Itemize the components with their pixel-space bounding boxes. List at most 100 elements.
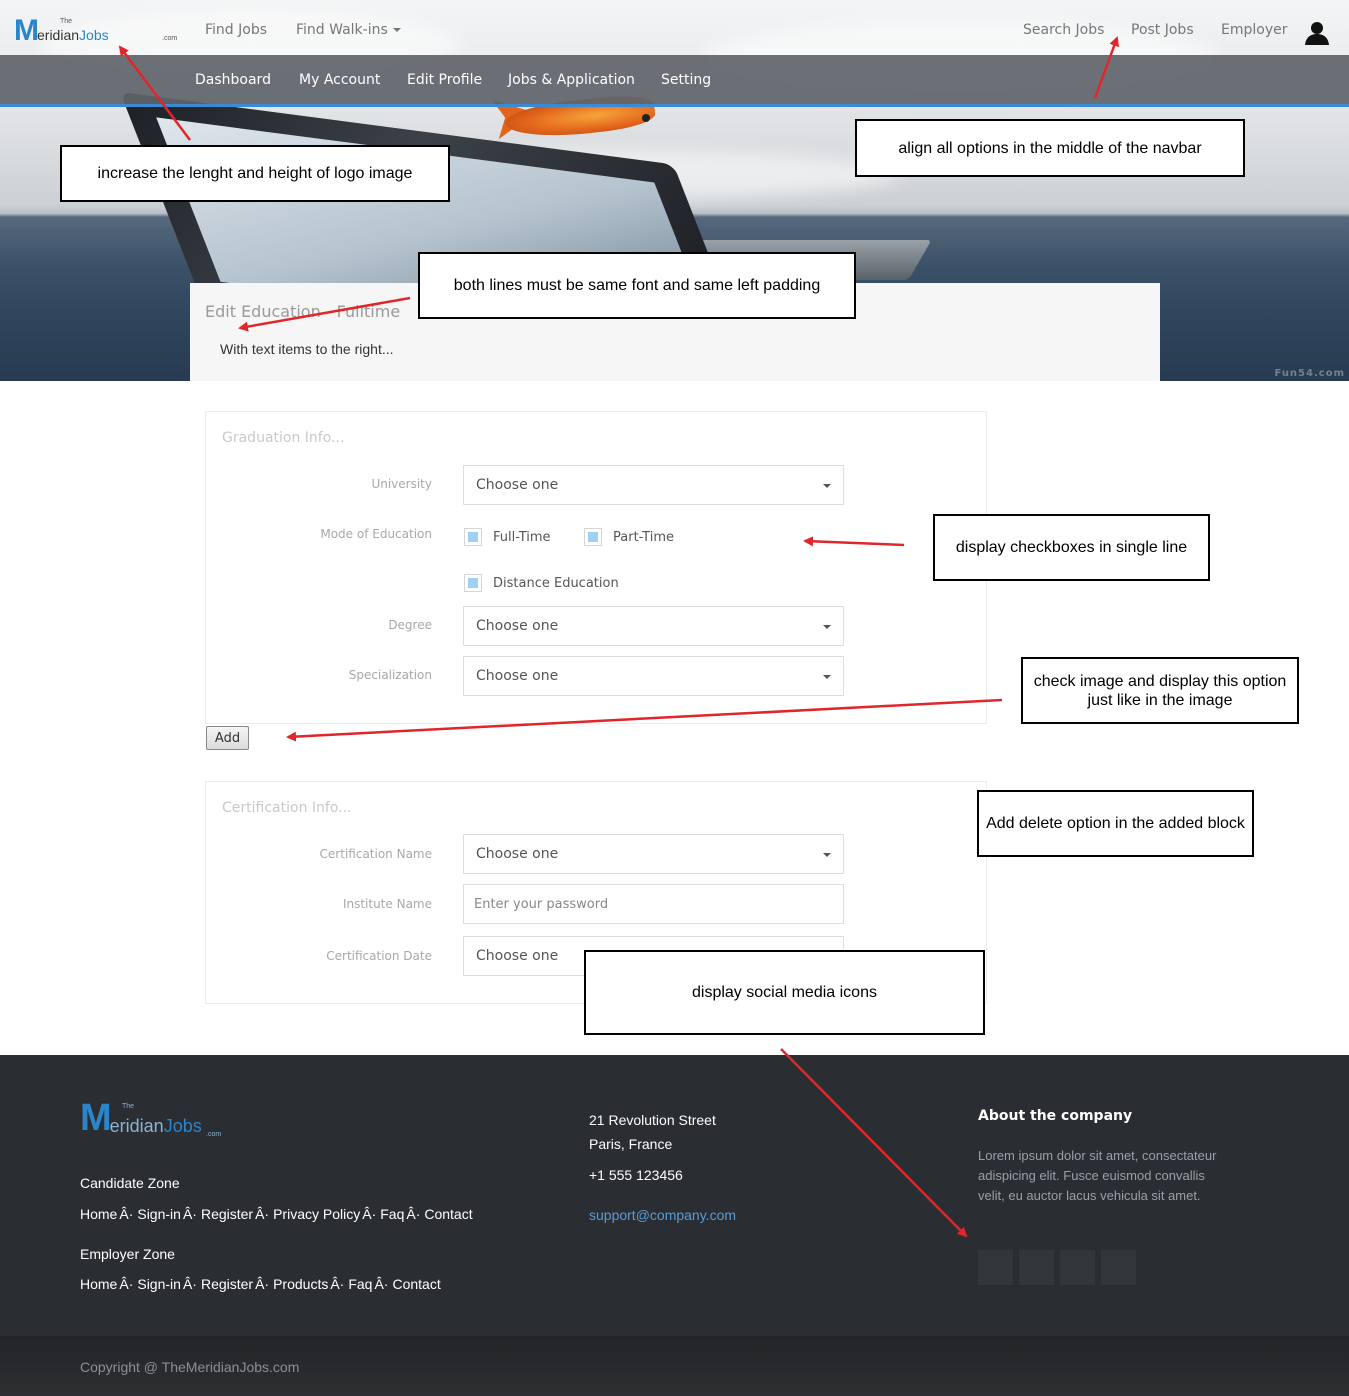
certification-legend: Certification Info... xyxy=(222,800,352,816)
logo-wordmark: eridianJobs xyxy=(109,1116,202,1136)
separator: Â· xyxy=(182,1206,197,1222)
checkbox-part-time[interactable]: Part-Time xyxy=(584,528,674,546)
certification-name-label: Certification Name xyxy=(319,847,432,861)
degree-value: Choose one xyxy=(476,618,559,634)
fish-eye xyxy=(642,114,650,122)
social-icon-placeholder[interactable] xyxy=(1019,1250,1054,1285)
page-title: Edit Education - Fulltime xyxy=(205,302,401,321)
about-text: Lorem ipsum dolor sit amet, consectateur… xyxy=(978,1148,1217,1203)
footer-link-register[interactable]: Register xyxy=(201,1206,253,1222)
phone-number: +1 555 123456 xyxy=(589,1167,683,1183)
support-email-link[interactable]: support@company.com xyxy=(589,1207,736,1223)
footer-link-contact[interactable]: Contact xyxy=(424,1206,472,1222)
separator: Â· xyxy=(255,1206,270,1222)
site-logo[interactable]: M The eridianJobs .com xyxy=(14,16,177,46)
logo-wordmark: eridianJobs xyxy=(37,28,109,42)
annotation-logo: increase the lenght and height of logo i… xyxy=(60,145,450,202)
nav-find-walkins[interactable]: Find Walk-ins xyxy=(296,22,401,38)
separator: Â· xyxy=(119,1276,134,1292)
social-icon-placeholder[interactable] xyxy=(1060,1250,1095,1285)
checkbox-box[interactable] xyxy=(464,574,482,592)
nav-search-jobs[interactable]: Search Jobs xyxy=(1023,22,1104,38)
university-label: University xyxy=(371,477,432,491)
degree-select[interactable]: Choose one xyxy=(463,606,844,646)
separator: Â· xyxy=(374,1276,389,1292)
checkbox-box[interactable] xyxy=(584,528,602,546)
social-icon-placeholder[interactable] xyxy=(1101,1250,1136,1285)
subnav-my-account[interactable]: My Account xyxy=(299,72,380,88)
employer-links: Home Â· Sign-in Â· Register Â· Products Â· Faq Â·… xyxy=(80,1276,441,1292)
nav-employer[interactable]: Employer xyxy=(1221,22,1287,38)
footer-link-home[interactable]: Home xyxy=(80,1276,117,1292)
footer-link-products[interactable]: Products xyxy=(273,1276,328,1292)
image-watermark: Fun54.com xyxy=(1274,368,1345,379)
certification-date-label: Certification Date xyxy=(326,949,432,963)
specialization-value: Choose one xyxy=(476,668,559,684)
graduation-info-panel: Graduation Info... University Choose one… xyxy=(205,411,987,724)
separator: Â· xyxy=(330,1276,345,1292)
certification-name-select[interactable]: Choose one xyxy=(463,834,844,874)
about-heading: About the company xyxy=(978,1108,1133,1124)
employer-zone-heading: Employer Zone xyxy=(80,1246,175,1262)
checkbox-full-time[interactable]: Full-Time xyxy=(464,528,551,546)
separator: Â· xyxy=(119,1206,134,1222)
footer-link-signin[interactable]: Sign-in xyxy=(137,1206,181,1222)
footer-link-faq[interactable]: Faq xyxy=(348,1276,372,1292)
specialization-label: Specialization xyxy=(348,668,432,682)
chevron-down-icon xyxy=(823,675,831,679)
footer-logo[interactable]: M The eridianJobs .com xyxy=(80,1097,221,1139)
social-icon-placeholder[interactable] xyxy=(978,1250,1013,1285)
site-footer: M The eridianJobs .com Candidate Zone Ho… xyxy=(0,1055,1349,1336)
add-button[interactable]: Add xyxy=(206,726,249,750)
certification-name-value: Choose one xyxy=(476,846,559,862)
logo-eridian: eridian xyxy=(109,1116,164,1136)
logo-m: M xyxy=(80,1097,112,1139)
annotation-add-button: check image and display this option just… xyxy=(1021,657,1299,724)
page-subtitle: With text items to the right... xyxy=(220,341,394,357)
logo-com: .com xyxy=(206,1131,222,1138)
subnav-dashboard[interactable]: Dashboard xyxy=(195,72,271,88)
university-select[interactable]: Choose one xyxy=(463,465,844,505)
logo-eridian: eridian xyxy=(37,27,80,43)
checkbox-box[interactable] xyxy=(464,528,482,546)
footer-link-signin[interactable]: Sign-in xyxy=(137,1276,181,1292)
candidate-links: Home Â· Sign-in Â· Register Â· Privacy Policy Â… xyxy=(80,1206,473,1222)
logo-the: The xyxy=(60,18,73,25)
chevron-down-icon xyxy=(392,28,401,32)
logo-com: .com xyxy=(162,35,178,42)
copyright-text: Copyright @ TheMeridianJobs.com xyxy=(80,1359,300,1375)
specialization-select[interactable]: Choose one xyxy=(463,656,844,696)
subnav-edit-profile[interactable]: Edit Profile xyxy=(407,72,482,88)
separator: Â· xyxy=(182,1276,197,1292)
institute-name-input[interactable] xyxy=(463,884,844,924)
footer-link-faq[interactable]: Faq xyxy=(380,1206,404,1222)
mode-of-education-label: Mode of Education xyxy=(320,527,432,541)
checkbox-distance-education[interactable]: Distance Education xyxy=(464,574,619,592)
copyright-bar: Copyright @ TheMeridianJobs.com xyxy=(0,1336,1349,1396)
logo-the: The xyxy=(122,1103,135,1110)
nav-find-jobs[interactable]: Find Jobs xyxy=(205,22,267,38)
nav-post-jobs[interactable]: Post Jobs xyxy=(1131,22,1194,38)
footer-link-register[interactable]: Register xyxy=(201,1276,253,1292)
annotation-navbar: align all options in the middle of the n… xyxy=(855,119,1245,177)
footer-link-privacy[interactable]: Privacy Policy xyxy=(273,1206,360,1222)
university-value: Choose one xyxy=(476,477,559,493)
subnav-jobs-application[interactable]: Jobs & Application xyxy=(508,72,635,88)
address-line-2: Paris, France xyxy=(589,1136,673,1152)
graduation-legend: Graduation Info... xyxy=(222,430,345,446)
footer-link-contact[interactable]: Contact xyxy=(392,1276,440,1292)
subnav-setting[interactable]: Setting xyxy=(661,72,711,88)
certification-date-value: Choose one xyxy=(476,948,559,964)
chevron-down-icon xyxy=(823,853,831,857)
footer-link-home[interactable]: Home xyxy=(80,1206,117,1222)
annotation-checkboxes: display checkboxes in single line xyxy=(933,514,1210,581)
separator: Â· xyxy=(362,1206,377,1222)
degree-label: Degree xyxy=(388,618,432,632)
institute-name-label: Institute Name xyxy=(342,897,432,911)
logo-jobs: Jobs xyxy=(163,1116,202,1136)
candidate-zone-heading: Candidate Zone xyxy=(80,1175,180,1191)
checkbox-label: Full-Time xyxy=(493,529,551,545)
nav-find-walkins-label: Find Walk-ins xyxy=(296,22,388,38)
user-icon[interactable] xyxy=(1304,21,1330,45)
separator: Â· xyxy=(406,1206,421,1222)
